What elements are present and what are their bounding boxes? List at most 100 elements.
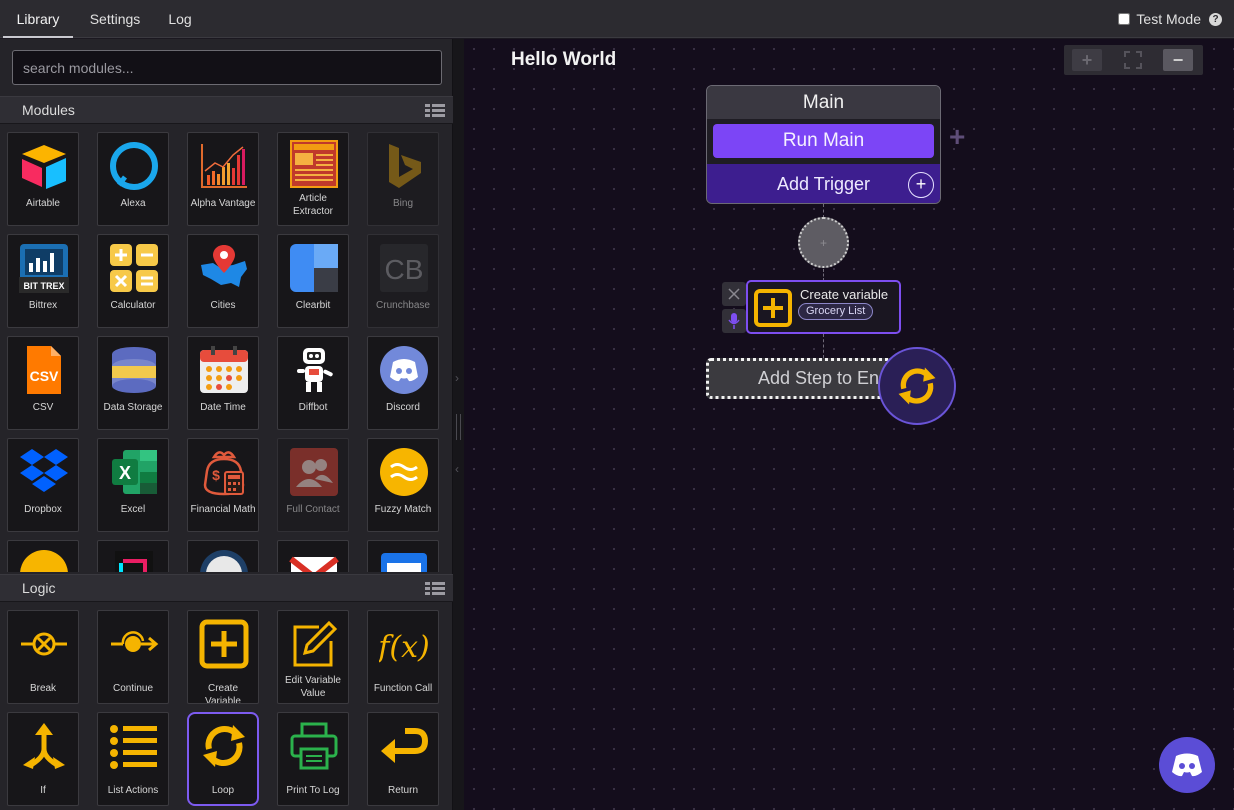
- test-mode-label: Test Mode: [1136, 11, 1201, 27]
- bing-icon: [379, 141, 429, 191]
- module-tile-partial-3[interactable]: [187, 540, 259, 572]
- dragging-loop-block[interactable]: [878, 347, 956, 425]
- module-tile-fuzzy-match[interactable]: Fuzzy Match: [367, 438, 439, 532]
- insert-step-node[interactable]: +: [798, 217, 849, 268]
- alexa-icon: [109, 141, 159, 191]
- logic-tile-function-call[interactable]: f(x) Function Call: [367, 610, 439, 704]
- voice-button[interactable]: [722, 309, 746, 333]
- module-label: Clearbit: [295, 300, 331, 311]
- logic-tile-return[interactable]: Return: [367, 712, 439, 806]
- cities-icon: [199, 243, 249, 293]
- modules-section-header[interactable]: Modules: [0, 96, 453, 124]
- module-tile-clearbit[interactable]: Clearbit: [277, 234, 349, 328]
- discord-chat-button[interactable]: [1159, 737, 1215, 793]
- plus-circle-icon[interactable]: +: [908, 172, 934, 198]
- add-function-plus-icon[interactable]: +: [949, 121, 965, 153]
- run-main-button[interactable]: Run Main: [713, 124, 934, 158]
- zoom-in-button[interactable]: +: [1072, 49, 1102, 71]
- logic-tile-print-to-log[interactable]: Print To Log: [277, 712, 349, 806]
- logic-label: Return: [387, 785, 418, 796]
- airtable-icon: [19, 141, 69, 191]
- panel-splitter[interactable]: › ‹: [453, 39, 464, 810]
- top-bar: Library Settings Log Test Mode ?: [0, 0, 1234, 38]
- module-tile-diffbot[interactable]: Diffbot: [277, 336, 349, 430]
- module-tile-partial-5[interactable]: [367, 540, 439, 572]
- logic-tile-break[interactable]: Break: [7, 610, 79, 704]
- crunchbase-icon: CB: [379, 243, 429, 293]
- logic-tile-create-variable[interactable]: Create Variable: [187, 610, 259, 704]
- module-label: Airtable: [26, 198, 60, 209]
- print-to-log-icon: [289, 721, 339, 771]
- remove-step-button[interactable]: [722, 282, 746, 306]
- logic-grid: Break Continue Create Variable Edit Vari…: [0, 602, 453, 810]
- tab-log[interactable]: Log: [150, 0, 210, 38]
- discord-icon: [379, 345, 429, 395]
- module-tile-cities[interactable]: Cities: [187, 234, 259, 328]
- module-tile-calculator[interactable]: Calculator: [97, 234, 169, 328]
- date-time-icon: [199, 345, 249, 395]
- module-tile-dropbox[interactable]: Dropbox: [7, 438, 79, 532]
- logic-tile-continue[interactable]: Continue: [97, 610, 169, 704]
- flow-canvas[interactable]: Hello World + − Main Run Main Add Trigge…: [464, 39, 1234, 810]
- bittrex-icon: BIT TREX: [19, 243, 69, 293]
- logic-label: Create Variable: [205, 683, 241, 704]
- loop-icon: [199, 721, 249, 771]
- logic-tile-if[interactable]: If: [7, 712, 79, 806]
- modules-section-title: Modules: [22, 102, 75, 118]
- module-tile-airtable[interactable]: Airtable: [7, 132, 79, 226]
- logic-label: Edit Variable Value: [285, 675, 341, 699]
- edit-variable-icon: [289, 619, 339, 669]
- module-tile-article-extractor[interactable]: Article Extractor: [277, 132, 349, 226]
- module-tile-partial-1[interactable]: [7, 540, 79, 572]
- add-trigger-button[interactable]: Add Trigger +: [707, 164, 940, 203]
- module-tile-date-time[interactable]: Date Time: [187, 336, 259, 430]
- close-icon: [728, 288, 740, 300]
- fit-screen-button[interactable]: [1118, 49, 1148, 71]
- list-view-icon[interactable]: [425, 582, 445, 596]
- module-tile-bittrex[interactable]: BIT TREX Bittrex: [7, 234, 79, 328]
- zoom-controls: + −: [1064, 45, 1203, 75]
- create-variable-step[interactable]: Create variable Grocery List: [746, 280, 901, 334]
- svg-text:BIT TREX: BIT TREX: [23, 281, 64, 291]
- module-tile-excel[interactable]: X Excel: [97, 438, 169, 532]
- tab-settings[interactable]: Settings: [80, 0, 150, 38]
- drag-handle[interactable]: [456, 414, 461, 440]
- modules-grid: Airtable Alexa Alpha Vantage Article Ext…: [0, 124, 453, 572]
- module-tile-financial-math[interactable]: $ Financial Math: [187, 438, 259, 532]
- module-tile-alpha-vantage[interactable]: Alpha Vantage: [187, 132, 259, 226]
- module-tile-full-contact[interactable]: Full Contact: [277, 438, 349, 532]
- module-tile-crunchbase[interactable]: CB Crunchbase: [367, 234, 439, 328]
- zoom-out-button[interactable]: −: [1163, 49, 1193, 71]
- logic-tile-list-actions[interactable]: List Actions: [97, 712, 169, 806]
- module-tile-csv[interactable]: CSV CSV: [7, 336, 79, 430]
- module-label: Alpha Vantage: [190, 198, 256, 209]
- module-tile-bing[interactable]: Bing: [367, 132, 439, 226]
- module-label: Discord: [386, 402, 420, 413]
- module-tile-data-storage[interactable]: Data Storage: [97, 336, 169, 430]
- variable-name-badge[interactable]: Grocery List: [798, 303, 874, 320]
- discord-icon: [1172, 753, 1202, 777]
- module-tile-partial-4[interactable]: [277, 540, 349, 572]
- module-label: Data Storage: [103, 402, 163, 413]
- gmail-icon: [289, 549, 339, 572]
- logic-tile-edit-variable-value[interactable]: Edit Variable Value: [277, 610, 349, 704]
- module-tile-partial-2[interactable]: [97, 540, 169, 572]
- tab-library[interactable]: Library: [3, 0, 73, 38]
- logic-tile-loop[interactable]: Loop: [187, 712, 259, 806]
- help-icon[interactable]: ?: [1209, 12, 1222, 26]
- alpha-vantage-icon: [199, 141, 249, 191]
- data-storage-icon: [109, 345, 159, 395]
- module-tile-alexa[interactable]: Alexa: [97, 132, 169, 226]
- list-view-icon[interactable]: [425, 104, 445, 118]
- test-mode-toggle[interactable]: Test Mode ?: [1118, 11, 1222, 27]
- financial-math-icon: $: [199, 447, 249, 497]
- search-input[interactable]: [12, 50, 442, 85]
- full-contact-icon: [289, 447, 339, 497]
- chevron-left-icon[interactable]: ‹: [455, 462, 459, 476]
- logic-section-header[interactable]: Logic: [0, 574, 453, 602]
- test-mode-checkbox[interactable]: [1118, 13, 1131, 25]
- github-icon: [199, 549, 249, 572]
- module-tile-discord[interactable]: Discord: [367, 336, 439, 430]
- chevron-right-icon[interactable]: ›: [455, 371, 459, 385]
- continue-icon: [109, 619, 159, 669]
